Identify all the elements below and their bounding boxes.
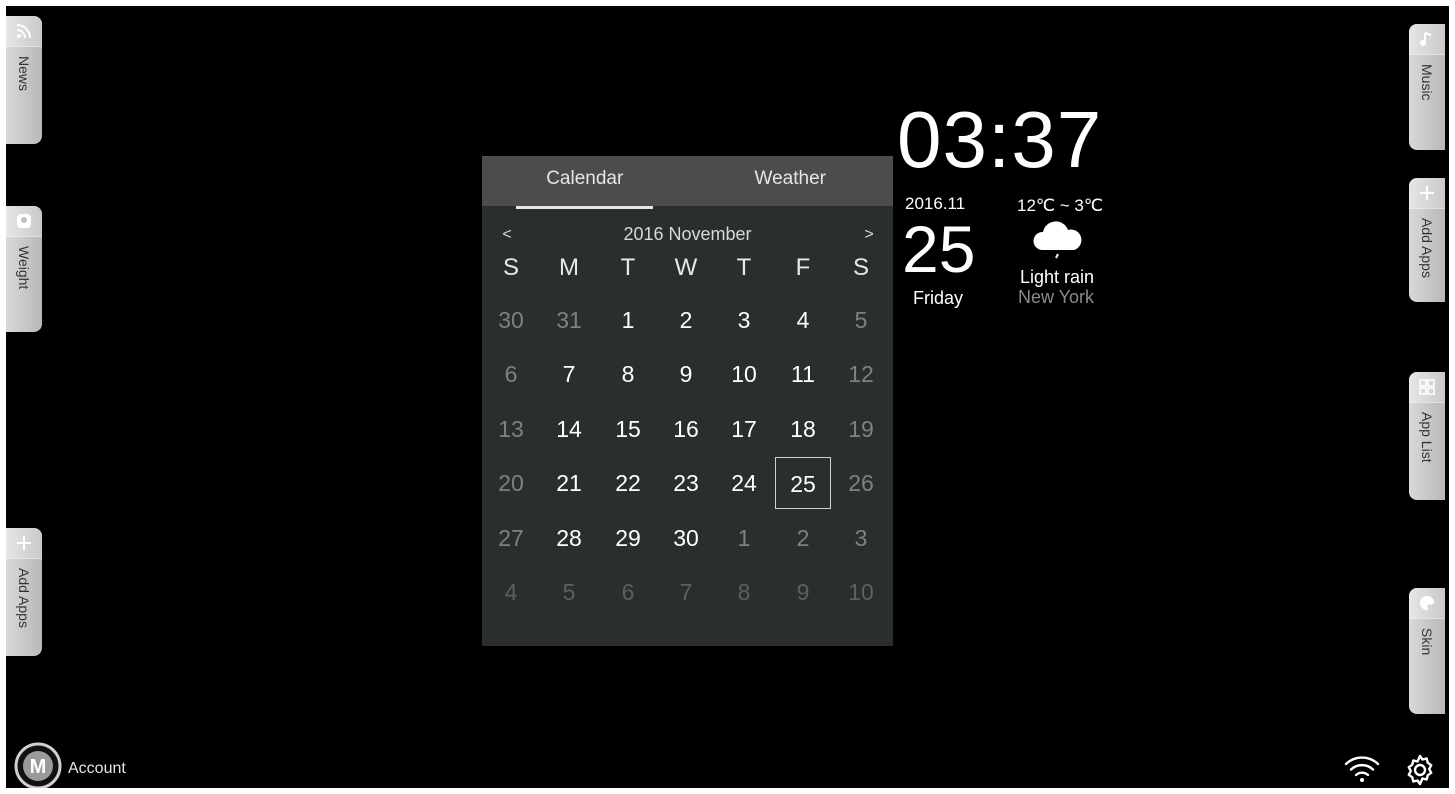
calendar-day[interactable]: 9 <box>775 566 831 618</box>
calendar-day[interactable]: 7 <box>541 348 597 400</box>
next-month-button[interactable]: > <box>857 226 881 244</box>
weather-city: New York <box>1018 287 1095 307</box>
calendar-day[interactable]: 4 <box>483 566 539 618</box>
grid-icon <box>1409 372 1445 403</box>
calendar-day[interactable]: 15 <box>600 403 656 455</box>
calendar-day-selected[interactable]: 25 <box>775 457 831 510</box>
calendar-widget: Calendar Weather < 2016 November > SMTWT… <box>482 156 893 646</box>
calendar-day[interactable]: 19 <box>833 403 889 455</box>
calendar-day[interactable]: 4 <box>775 294 831 346</box>
calendar-day[interactable]: 24 <box>716 457 772 509</box>
side-tab-add-apps-right[interactable]: Add Apps <box>1409 178 1445 302</box>
calendar-day[interactable]: 18 <box>775 403 831 455</box>
plus-icon <box>6 528 42 559</box>
calendar-day[interactable]: 28 <box>541 512 597 564</box>
side-tab-skin[interactable]: Skin <box>1409 588 1445 714</box>
clock-time: 03:37 <box>897 95 1103 184</box>
weekday-header: SMTWTFS <box>482 254 893 284</box>
calendar-day[interactable]: 23 <box>658 457 714 509</box>
calendar-day[interactable]: 31 <box>541 294 597 346</box>
calendar-day[interactable]: 8 <box>716 566 772 618</box>
date-year-month: 2016.11 <box>905 194 966 213</box>
launcher-screen: News Weight Add Apps Music Add Apps App … <box>6 6 1449 788</box>
calendar-day[interactable]: 5 <box>833 294 889 346</box>
weekday-label: F <box>795 254 811 281</box>
side-tab-add-apps[interactable]: Add Apps <box>6 528 42 656</box>
calendar-day[interactable]: 6 <box>483 348 539 400</box>
side-tab-label: Skin <box>1419 628 1435 656</box>
calendar-day[interactable]: 21 <box>541 457 597 509</box>
music-note-icon <box>1409 24 1445 55</box>
account-logo-icon: M <box>14 742 62 788</box>
side-tab-label: Music <box>1419 64 1435 101</box>
calendar-day[interactable]: 1 <box>600 294 656 346</box>
weather-condition: Light rain <box>1020 267 1095 287</box>
calendar-day[interactable]: 2 <box>775 512 831 564</box>
plus-icon <box>1409 178 1445 209</box>
scale-icon <box>6 206 42 237</box>
account-button[interactable]: M Account <box>14 742 126 788</box>
calendar-day[interactable]: 29 <box>600 512 656 564</box>
weekday-label: M <box>559 254 579 281</box>
widget-tab-bar: Calendar Weather <box>482 156 894 209</box>
calendar-day[interactable]: 8 <box>600 348 656 400</box>
calendar-day[interactable]: 3 <box>833 512 889 564</box>
wifi-icon[interactable] <box>1343 754 1381 788</box>
calendar-day[interactable]: 22 <box>600 457 656 509</box>
side-tab-label: News <box>16 56 32 92</box>
side-tab-music[interactable]: Music <box>1409 24 1445 150</box>
gear-icon[interactable] <box>1402 752 1438 788</box>
palette-icon <box>1409 588 1445 619</box>
tab-calendar[interactable]: Calendar <box>482 156 688 206</box>
calendar-day[interactable]: 9 <box>658 348 714 400</box>
side-tab-news[interactable]: News <box>6 16 42 144</box>
calendar-day[interactable]: 1 <box>716 512 772 564</box>
calendar-day[interactable]: 20 <box>483 457 539 509</box>
calendar-day[interactable]: 30 <box>658 512 714 564</box>
weekday-label: S <box>852 254 869 281</box>
calendar-day[interactable]: 14 <box>541 403 597 455</box>
side-tab-weight[interactable]: Weight <box>6 206 42 332</box>
active-tab-indicator <box>516 206 653 209</box>
calendar-day[interactable]: 30 <box>483 294 539 346</box>
side-tab-label: App List <box>1419 412 1435 463</box>
calendar-day[interactable]: 6 <box>600 566 656 618</box>
weekday-label: W <box>674 254 698 281</box>
side-tab-label: Add Apps <box>1419 218 1435 278</box>
month-title: 2016 November <box>623 224 752 244</box>
side-tab-label: Add Apps <box>16 568 32 628</box>
account-logo-letter: M <box>30 756 47 778</box>
calendar-day[interactable]: 17 <box>716 403 772 455</box>
calendar-day[interactable]: 5 <box>541 566 597 618</box>
calendar-day[interactable]: 2 <box>658 294 714 346</box>
temperature-range: 12℃ ~ 3℃ <box>1017 196 1103 215</box>
weekday-label: T <box>736 254 752 281</box>
date-day: 25 <box>902 212 976 286</box>
calendar-day[interactable]: 26 <box>833 457 889 509</box>
weekday-label: S <box>502 254 519 281</box>
tab-weather[interactable]: Weather <box>688 156 894 206</box>
calendar-day[interactable]: 11 <box>775 348 831 400</box>
weekday-label: T <box>620 254 636 281</box>
calendar-day[interactable]: 7 <box>658 566 714 618</box>
cloud-rain-icon <box>1030 218 1086 269</box>
date-weekday: Friday <box>913 288 964 308</box>
calendar-day[interactable]: 27 <box>483 512 539 564</box>
side-tab-app-list[interactable]: App List <box>1409 372 1445 500</box>
calendar-day[interactable]: 13 <box>483 403 539 455</box>
calendar-day[interactable]: 3 <box>716 294 772 346</box>
calendar-day[interactable]: 16 <box>658 403 714 455</box>
calendar-day[interactable]: 10 <box>716 348 772 400</box>
account-label: Account <box>68 759 126 777</box>
rss-icon <box>6 16 42 47</box>
side-tab-label: Weight <box>16 246 32 290</box>
calendar-day[interactable]: 10 <box>833 566 889 618</box>
calendar-day[interactable]: 12 <box>833 348 889 400</box>
